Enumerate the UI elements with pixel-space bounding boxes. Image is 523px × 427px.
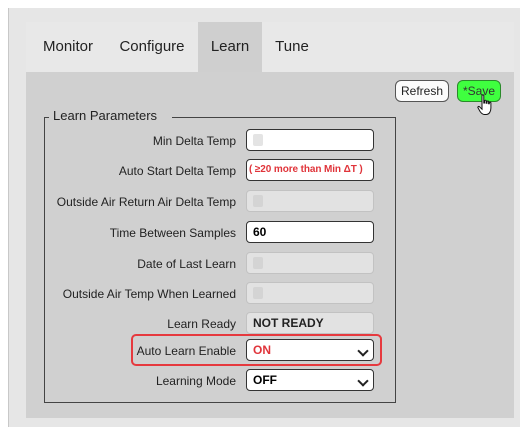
group-border-top [44, 117, 49, 118]
group-legend: Learn Parameters [51, 108, 160, 123]
date-of-last-learn-field [246, 252, 374, 274]
time-between-samples-label: Time Between Samples [109, 226, 236, 240]
tab-tune[interactable]: Tune [264, 22, 320, 72]
learn-ready-field: NOT READY [246, 312, 374, 334]
redacted-value-box [253, 195, 263, 207]
min-delta-temp-input[interactable] [246, 129, 374, 151]
oa-return-air-delta-temp-field [246, 190, 374, 212]
refresh-button[interactable]: Refresh [395, 80, 449, 102]
group-border-top [172, 117, 396, 118]
outside-air-temp-when-learned-field [246, 282, 374, 304]
chevron-down-icon [357, 375, 369, 387]
hand-pointer-icon [477, 94, 492, 115]
tab-learn[interactable]: Learn [198, 22, 262, 72]
tab-configure[interactable]: Configure [110, 22, 194, 72]
learning-mode-select[interactable]: OFF [246, 369, 374, 391]
tab-monitor[interactable]: Monitor [34, 22, 102, 72]
redacted-value-box [253, 134, 263, 146]
redacted-value-box [253, 257, 263, 269]
learning-mode-label: Learning Mode [155, 374, 236, 388]
date-of-last-learn-label: Date of Last Learn [137, 257, 236, 271]
time-between-samples-input[interactable]: 60 [246, 221, 374, 243]
redacted-value-box [253, 287, 263, 299]
learn-ready-label: Learn Ready [167, 317, 236, 331]
min-delta-temp-label: Min Delta Temp [152, 134, 236, 148]
auto-start-delta-temp-input[interactable]: ( ≥20 more than Min ΔT ) [246, 159, 374, 181]
learning-mode-value: OFF [253, 373, 277, 387]
auto-learn-enable-label: Auto Learn Enable [136, 344, 236, 358]
outside-air-temp-when-learned-label: Outside Air Temp When Learned [62, 287, 236, 301]
auto-learn-enable-value: ON [253, 343, 271, 357]
auto-learn-enable-select[interactable]: ON [246, 339, 374, 361]
oa-return-air-delta-temp-label: Outside Air Return Air Delta Temp [56, 195, 236, 209]
chevron-down-icon [357, 345, 369, 357]
auto-start-delta-temp-label: Auto Start Delta Temp [118, 164, 236, 178]
tab-bar: Monitor Configure Learn Tune [26, 22, 514, 72]
